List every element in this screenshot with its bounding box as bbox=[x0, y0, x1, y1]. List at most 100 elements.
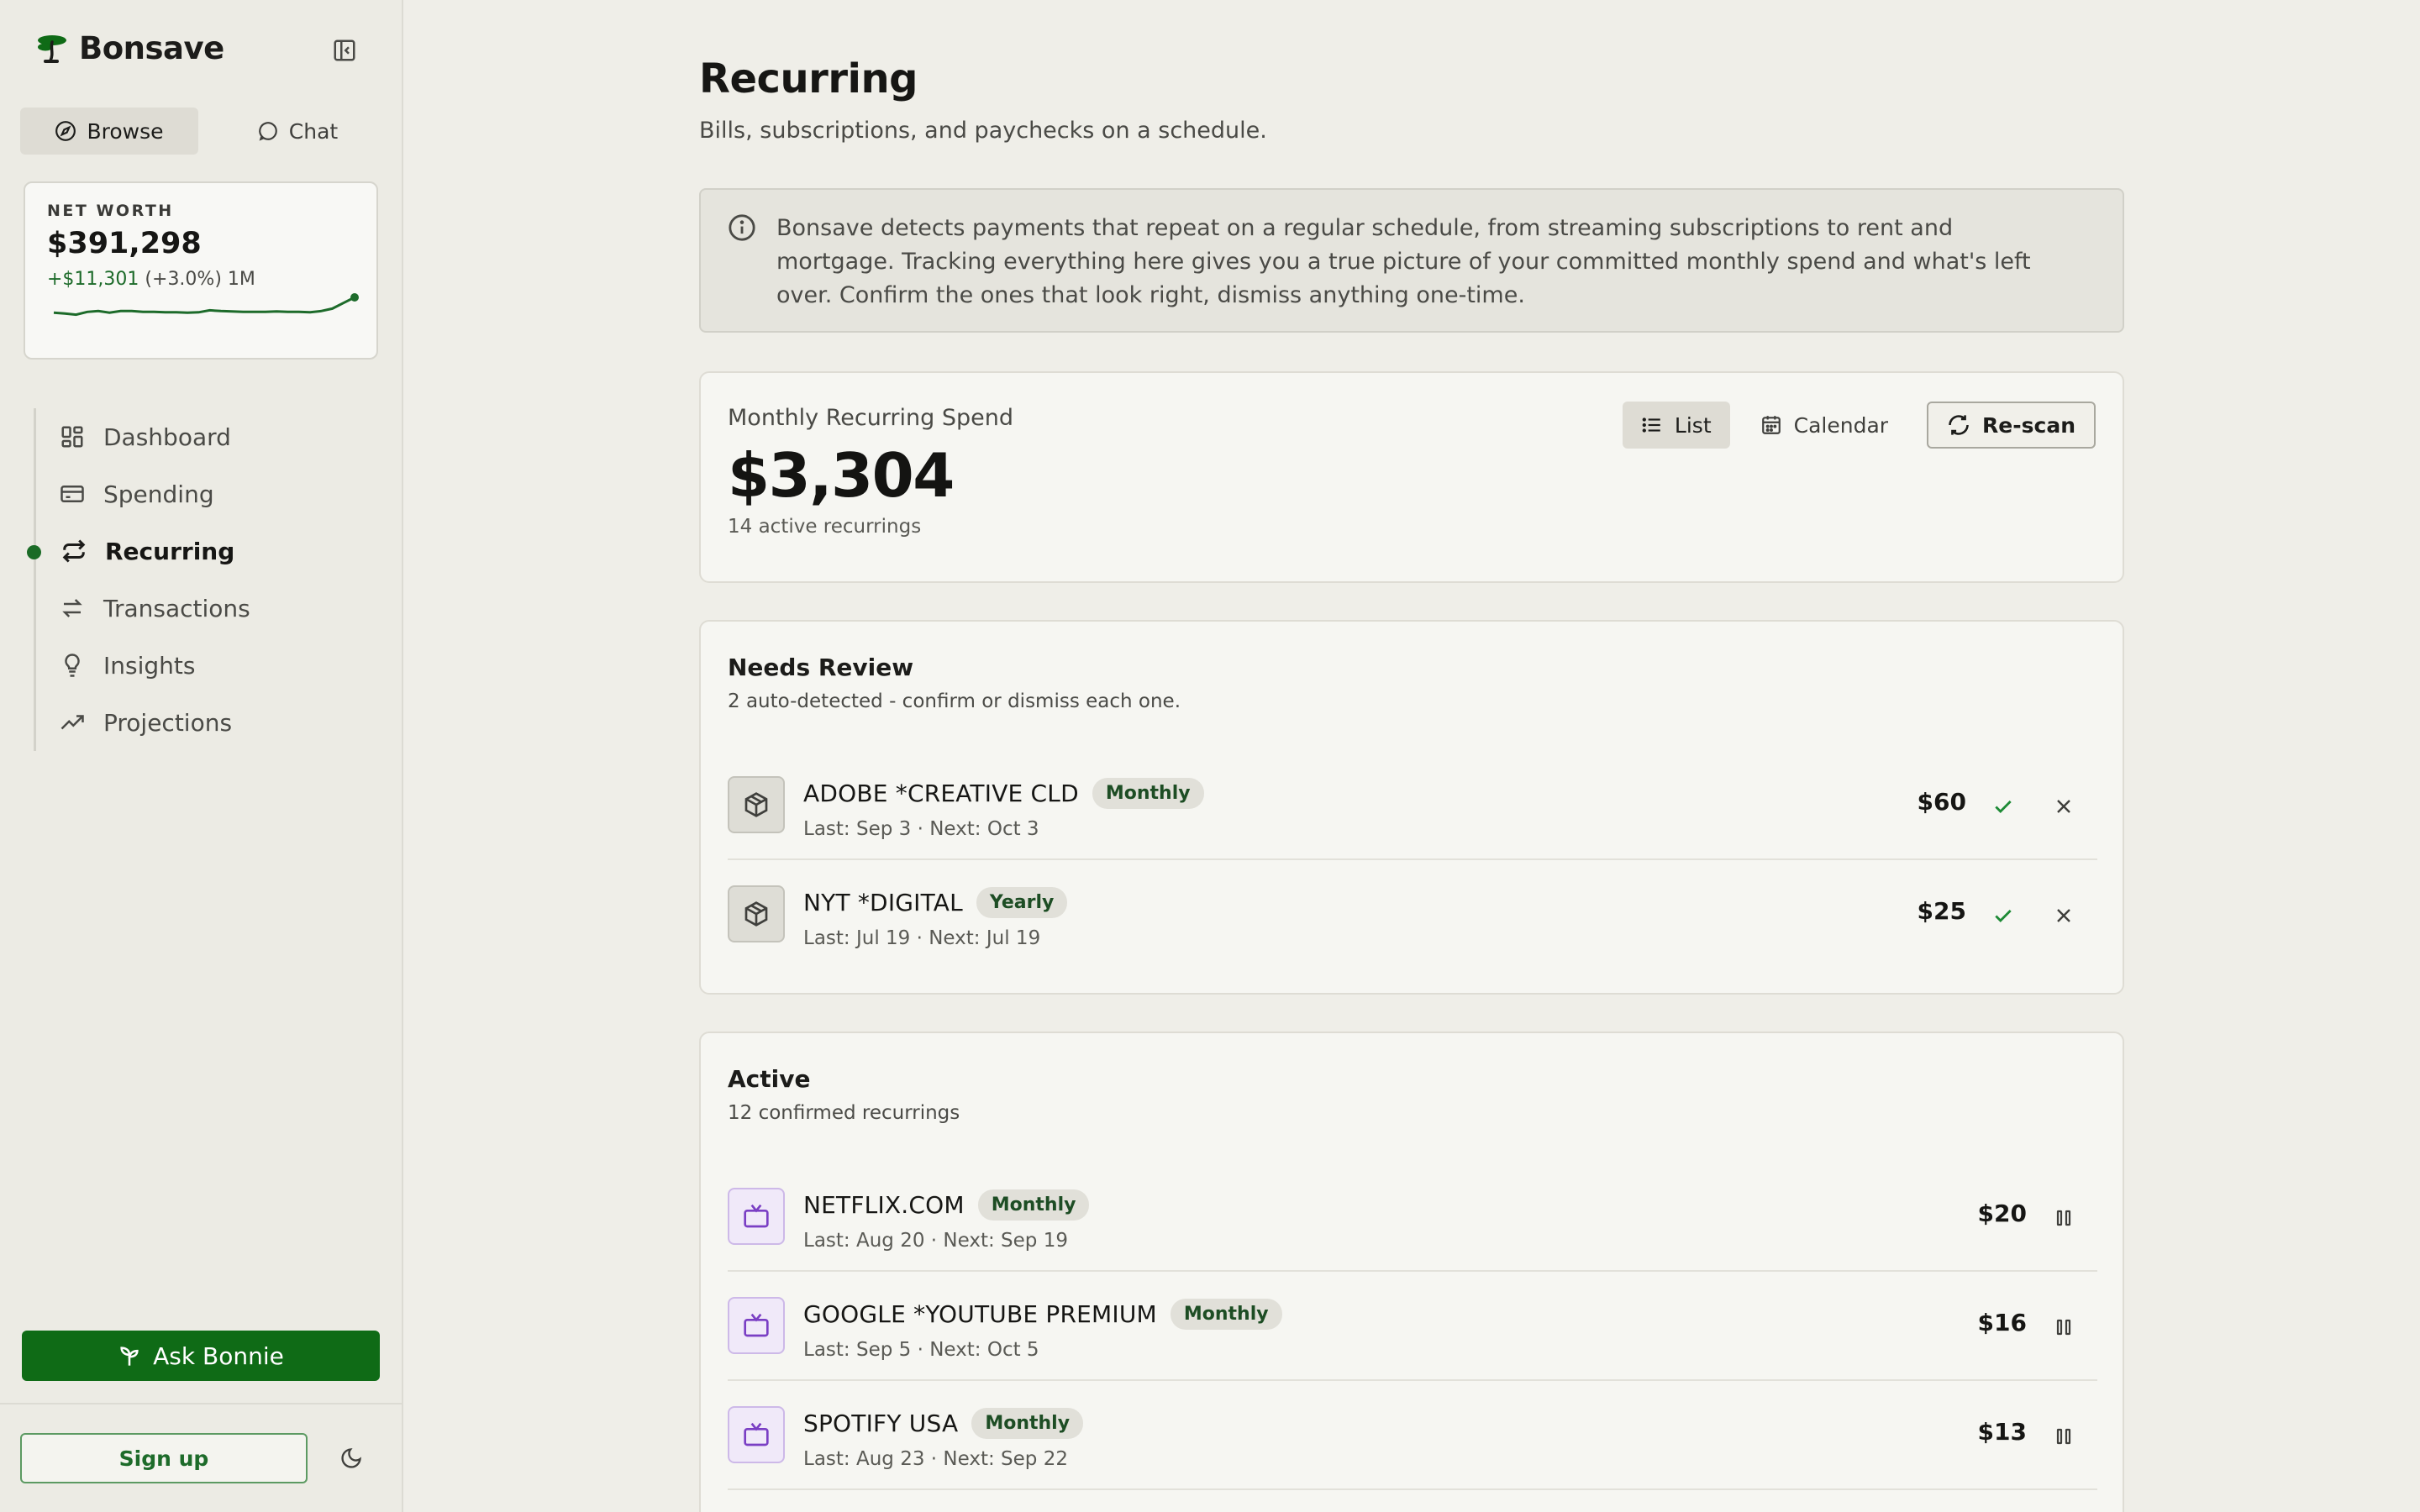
main-content: Recurring Bills, subscriptions, and payc… bbox=[405, 0, 2420, 1512]
confirm-button[interactable] bbox=[1986, 790, 2020, 823]
merchant-icon bbox=[728, 885, 785, 942]
frequency-badge: Monthly bbox=[1170, 1299, 1282, 1330]
compass-icon bbox=[55, 121, 76, 141]
sparkline-path bbox=[53, 296, 355, 317]
moon-icon bbox=[341, 1448, 361, 1468]
ask-bonnie-label: Ask Bonnie bbox=[153, 1341, 284, 1370]
net-worth-sparkline bbox=[53, 293, 359, 317]
sprout-icon bbox=[120, 1347, 139, 1366]
nav-item-label: Projections bbox=[103, 708, 233, 737]
rescan-button[interactable]: Re-scan bbox=[1927, 402, 2096, 449]
ask-bonnie-button[interactable]: Ask Bonnie bbox=[22, 1331, 380, 1381]
spend-value: $3,304 bbox=[728, 440, 955, 511]
info-icon bbox=[729, 214, 755, 241]
lightbulb-icon bbox=[65, 654, 80, 677]
pause-button[interactable] bbox=[2047, 1310, 2081, 1344]
merchant-name: NYT *DIGITAL bbox=[803, 889, 963, 916]
net-worth-change: +$11,301 (+3.0%) 1M bbox=[47, 269, 355, 290]
net-worth-card[interactable]: NET WORTH $391,298 +$11,301 (+3.0%) 1M bbox=[24, 181, 378, 360]
pause-icon bbox=[2056, 1319, 2071, 1336]
mode-browse-label: Browse bbox=[87, 118, 164, 144]
info-text: Bonsave detects payments that repeat on … bbox=[776, 215, 2031, 308]
active-title: Active bbox=[728, 1065, 811, 1093]
collapse-sidebar-button[interactable] bbox=[328, 35, 361, 66]
active-indicator bbox=[27, 545, 41, 559]
check-icon bbox=[1995, 910, 2012, 922]
theme-toggle-button[interactable] bbox=[334, 1441, 368, 1475]
spend-label: Monthly Recurring Spend bbox=[728, 405, 1014, 431]
review-row[interactable]: NYT *DIGITAL Yearly Last: Jul 19 · Next:… bbox=[728, 860, 2097, 969]
nav-item-label: Spending bbox=[103, 480, 214, 508]
rescan-label: Re-scan bbox=[1982, 412, 2075, 438]
sidebar-divider bbox=[0, 1403, 403, 1404]
nav-item-label: Insights bbox=[103, 651, 196, 680]
mode-browse-button[interactable]: Browse bbox=[20, 108, 198, 155]
merchant-name-group: NETFLIX.COM Monthly bbox=[803, 1189, 1090, 1221]
net-worth-value: $391,298 bbox=[47, 227, 202, 260]
chat-bubble-icon bbox=[258, 122, 277, 141]
merchant-name: NETFLIX.COM bbox=[803, 1191, 965, 1219]
active-subtitle: 12 confirmed recurrings bbox=[728, 1102, 960, 1124]
amount: $16 bbox=[1977, 1309, 2027, 1336]
view-controls: List Calendar Re-scan bbox=[1622, 402, 2096, 449]
confirm-button[interactable] bbox=[1986, 899, 2020, 932]
merchant-dates: Last: Aug 20 · Next: Sep 19 bbox=[803, 1230, 1068, 1252]
frequency-badge: Monthly bbox=[1092, 778, 1204, 809]
merchant-dates: Last: Sep 5 · Next: Oct 5 bbox=[803, 1339, 1039, 1361]
close-icon bbox=[2057, 800, 2070, 813]
active-row[interactable]: NETFLIX.COM Monthly Last: Aug 20 · Next:… bbox=[728, 1163, 2097, 1272]
nav-item-transactions[interactable]: Transactions bbox=[36, 580, 372, 637]
bonsai-logo-icon bbox=[34, 32, 71, 66]
active-row[interactable]: GOOGLE *YOUTUBE PREMIUM Monthly Last: Se… bbox=[728, 1272, 2097, 1381]
pause-icon bbox=[2056, 1210, 2071, 1226]
close-icon bbox=[2057, 909, 2070, 922]
net-worth-change-amount: +$11,301 bbox=[47, 269, 139, 290]
package-icon bbox=[744, 792, 768, 817]
spend-count: 14 active recurrings bbox=[728, 516, 922, 538]
package-icon bbox=[744, 901, 768, 927]
pause-button[interactable] bbox=[2047, 1420, 2081, 1453]
nav-item-dashboard[interactable]: Dashboard bbox=[36, 408, 372, 465]
frequency-badge: Yearly bbox=[976, 887, 1068, 918]
view-calendar-label: Calendar bbox=[1793, 412, 1889, 438]
merchant-name: ADOBE *CREATIVE CLD bbox=[803, 780, 1079, 807]
credit-card-icon bbox=[60, 486, 84, 502]
trending-up-icon bbox=[60, 715, 84, 730]
active-card: Active 12 confirmed recurrings NETFLIX.C… bbox=[699, 1032, 2124, 1512]
merchant-icon bbox=[728, 1188, 785, 1245]
tv-icon bbox=[744, 1313, 769, 1337]
frequency-badge: Monthly bbox=[971, 1408, 1084, 1439]
dismiss-button[interactable] bbox=[2047, 790, 2081, 823]
mode-chat-button[interactable]: Chat bbox=[208, 108, 387, 155]
view-list-button[interactable]: List bbox=[1622, 402, 1730, 449]
frequency-badge: Monthly bbox=[977, 1189, 1090, 1221]
nav-item-recurring[interactable]: Recurring bbox=[27, 522, 372, 580]
nav-item-label: Recurring bbox=[105, 537, 235, 565]
merchant-icon bbox=[728, 776, 785, 833]
active-row[interactable]: SPOTIFY USA Monthly Last: Aug 23 · Next:… bbox=[728, 1381, 2097, 1490]
amount: $13 bbox=[1977, 1418, 2027, 1446]
nav-item-label: Dashboard bbox=[103, 423, 231, 451]
pause-icon bbox=[2056, 1428, 2071, 1445]
pause-button[interactable] bbox=[2047, 1201, 2081, 1235]
merchant-name-group: GOOGLE *YOUTUBE PREMIUM Monthly bbox=[803, 1299, 1282, 1330]
sign-up-button[interactable]: Sign up bbox=[20, 1433, 308, 1483]
list-icon bbox=[1642, 417, 1660, 433]
view-calendar-button[interactable]: Calendar bbox=[1742, 402, 1907, 449]
main-nav: Dashboard Spending Recurring Transaction… bbox=[27, 408, 372, 751]
merchant-name-group: ADOBE *CREATIVE CLD Monthly bbox=[803, 778, 1204, 809]
arrows-swap-icon bbox=[62, 599, 82, 617]
nav-item-insights[interactable]: Insights bbox=[36, 637, 372, 694]
sparkline-end-dot bbox=[350, 293, 359, 302]
brand[interactable]: Bonsave bbox=[34, 30, 224, 66]
merchant-dates: Last: Sep 3 · Next: Oct 3 bbox=[803, 818, 1039, 840]
dismiss-button[interactable] bbox=[2047, 899, 2081, 932]
merchant-name-group: NYT *DIGITAL Yearly bbox=[803, 887, 1068, 918]
monthly-spend-card: Monthly Recurring Spend $3,304 14 active… bbox=[699, 371, 2124, 583]
repeat-icon bbox=[62, 539, 86, 563]
review-row[interactable]: ADOBE *CREATIVE CLD Monthly Last: Sep 3 … bbox=[728, 751, 2097, 860]
net-worth-label: NET WORTH bbox=[47, 202, 174, 220]
net-worth-period: 1M bbox=[227, 269, 255, 290]
nav-item-spending[interactable]: Spending bbox=[36, 465, 372, 522]
nav-item-projections[interactable]: Projections bbox=[36, 694, 372, 751]
